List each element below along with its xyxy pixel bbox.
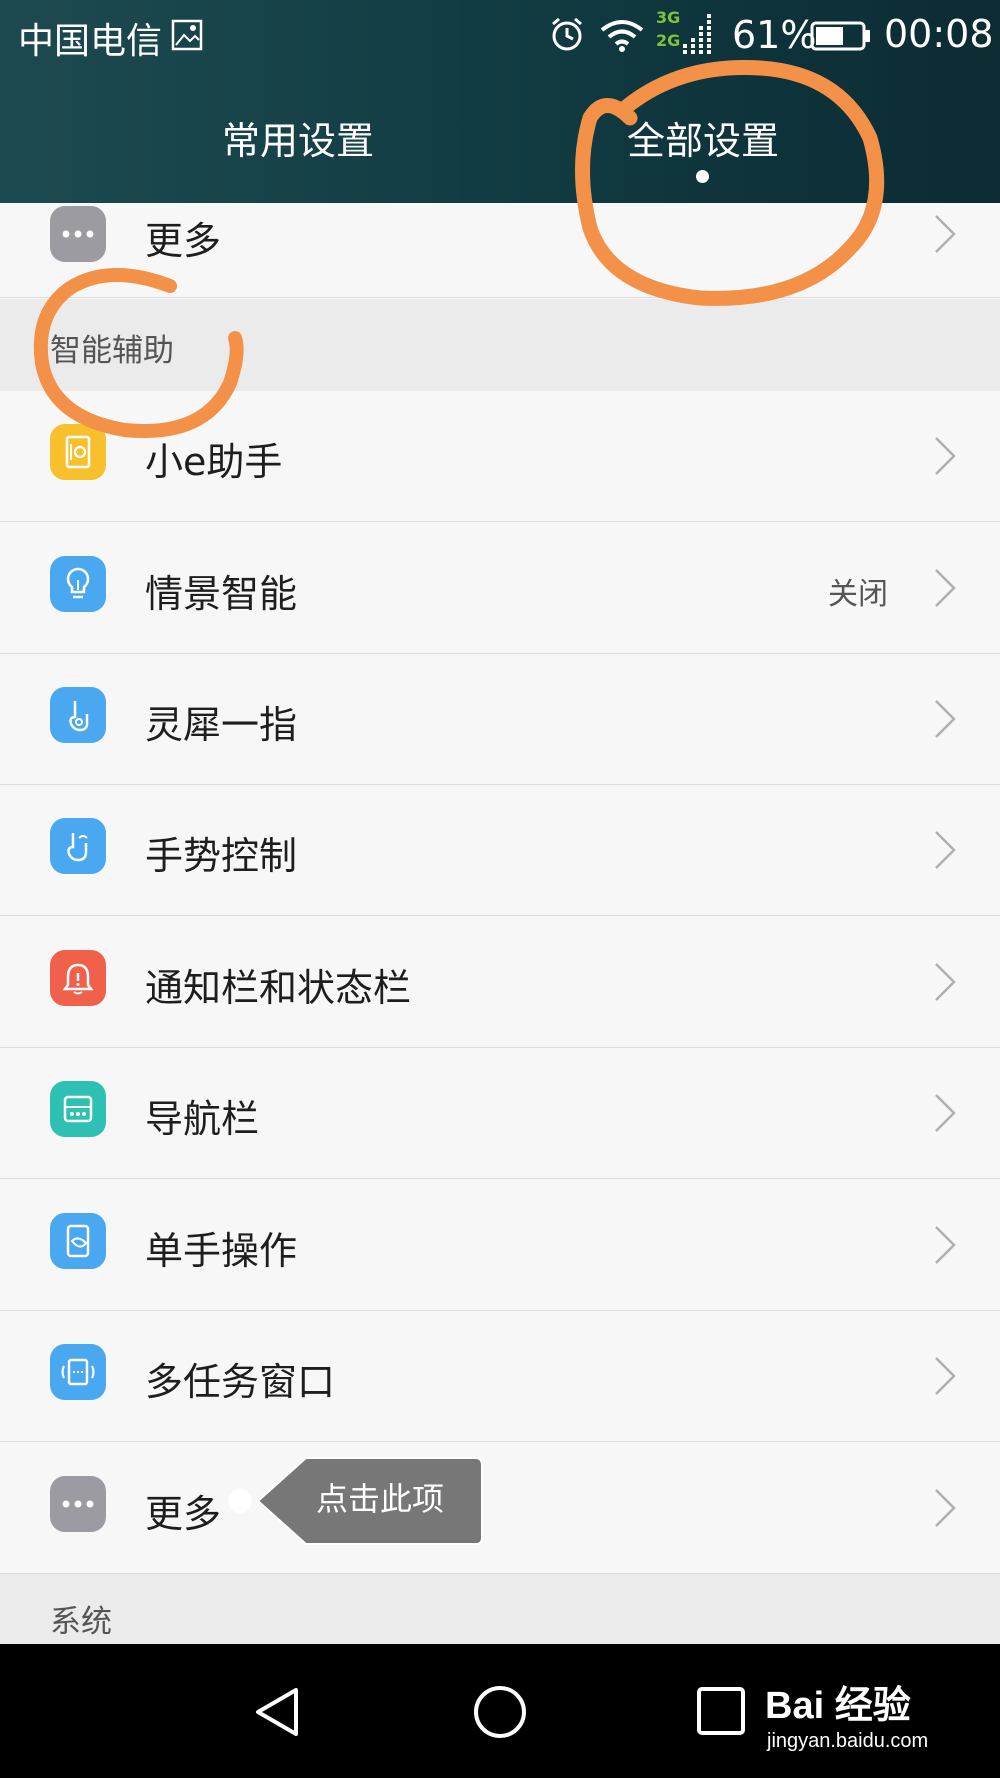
list-item-multi-window[interactable]: 多任务窗口 bbox=[0, 1311, 1000, 1442]
section-header-assist: 智能辅助 bbox=[0, 299, 1000, 391]
tab-all-settings[interactable]: 全部设置 bbox=[553, 110, 853, 165]
baidu-jingyan-watermark: Bai 经验 jingyan.baidu.com bbox=[765, 1674, 990, 1764]
chevron-right-icon bbox=[935, 569, 956, 607]
tab-common-settings[interactable]: 常用设置 bbox=[148, 110, 448, 165]
section-header-system: 系统 bbox=[0, 1574, 1000, 1644]
chevron-right-icon bbox=[935, 1357, 956, 1395]
signal-icon bbox=[683, 14, 711, 54]
chevron-right-icon bbox=[935, 1226, 956, 1264]
list-item-label: 手势控制 bbox=[145, 834, 298, 878]
list-item-label: 情景智能 bbox=[145, 572, 298, 616]
list-item-label: 更多 bbox=[145, 1492, 222, 1536]
list-item-scene-intelligence[interactable]: 情景智能 关闭 bbox=[0, 523, 1000, 654]
header: 中国电信 3G 2G 61% 00:08 常用设置 全部设置 bbox=[0, 0, 1000, 203]
battery-percent: 61% bbox=[732, 13, 817, 57]
list-item-label: 通知栏和状态栏 bbox=[145, 966, 412, 1010]
list-item-value: 关闭 bbox=[828, 577, 888, 612]
list-item-more[interactable]: 更多 bbox=[0, 1443, 1000, 1574]
recent-apps-icon[interactable] bbox=[694, 1684, 750, 1740]
watermark-logo: Bai 经验 bbox=[765, 1685, 911, 1727]
list-item-notification-bar[interactable]: 通知栏和状态栏 bbox=[0, 917, 1000, 1048]
chevron-right-icon bbox=[935, 215, 956, 253]
navigation-icon bbox=[50, 1081, 106, 1137]
chevron-right-icon bbox=[935, 437, 956, 475]
tooltip-callout: 点击此项 bbox=[256, 1454, 484, 1548]
list-item-more-top[interactable]: 更多 bbox=[0, 203, 1000, 298]
settings-tabs: 常用设置 全部设置 bbox=[0, 96, 1000, 186]
list-item-label: 多任务窗口 bbox=[145, 1360, 336, 1404]
carrier-name: 中国电信 bbox=[18, 21, 163, 62]
one-hand-icon bbox=[50, 1213, 106, 1269]
list-item-label: 灵犀一指 bbox=[145, 703, 298, 747]
chevron-right-icon bbox=[935, 831, 956, 869]
list-item-navigation-bar[interactable]: 导航栏 bbox=[0, 1048, 1000, 1179]
more-icon bbox=[50, 206, 106, 262]
tap-indicator bbox=[228, 1489, 252, 1513]
chevron-right-icon bbox=[935, 700, 956, 738]
section-title: 系统 bbox=[50, 1604, 112, 1640]
list-item-one-hand[interactable]: 单手操作 bbox=[0, 1180, 1000, 1311]
network-3g-label: 3G bbox=[656, 8, 681, 27]
bell-icon bbox=[50, 950, 106, 1006]
lightbulb-icon bbox=[50, 556, 106, 612]
list-item-label: 导航栏 bbox=[145, 1097, 260, 1141]
chevron-right-icon bbox=[935, 1489, 956, 1527]
multi-window-icon bbox=[50, 1344, 106, 1400]
knuckle-icon bbox=[50, 687, 106, 743]
network-2g-label: 2G bbox=[656, 31, 681, 50]
gallery-icon bbox=[171, 19, 203, 51]
battery-icon bbox=[810, 21, 870, 51]
tooltip-text: 点击此项 bbox=[316, 1480, 445, 1518]
list-item-label: 更多 bbox=[145, 219, 222, 263]
system-navigation-bar: Bai 经验 jingyan.baidu.com bbox=[0, 1644, 1000, 1778]
more-icon bbox=[50, 1476, 106, 1532]
assistant-icon bbox=[50, 424, 106, 480]
list-item-assistant[interactable]: 小e助手 bbox=[0, 391, 1000, 522]
list-item-label: 小e助手 bbox=[145, 440, 283, 484]
clock: 00:08 bbox=[884, 12, 994, 56]
alarm-icon bbox=[552, 17, 582, 51]
watermark-url: jingyan.baidu.com bbox=[767, 1730, 929, 1752]
section-title: 智能辅助 bbox=[50, 333, 174, 369]
home-icon[interactable] bbox=[472, 1684, 528, 1740]
active-tab-indicator bbox=[696, 170, 709, 183]
chevron-right-icon bbox=[935, 1094, 956, 1132]
wifi-icon bbox=[600, 20, 644, 52]
list-item-knuckle[interactable]: 灵犀一指 bbox=[0, 654, 1000, 785]
status-bar: 中国电信 3G 2G 61% 00:08 bbox=[0, 0, 1000, 72]
back-icon[interactable] bbox=[250, 1684, 306, 1740]
list-item-label: 单手操作 bbox=[145, 1229, 298, 1273]
chevron-right-icon bbox=[935, 963, 956, 1001]
list-item-gesture-control[interactable]: 手势控制 bbox=[0, 785, 1000, 916]
gesture-icon bbox=[50, 818, 106, 874]
